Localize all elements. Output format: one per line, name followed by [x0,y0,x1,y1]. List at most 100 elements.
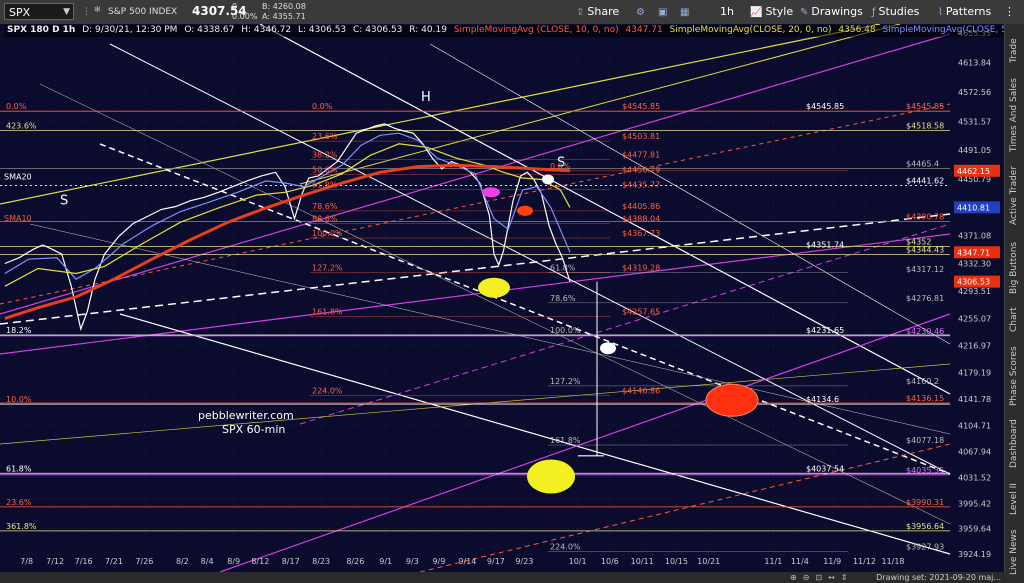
grid-button[interactable]: ▦ [680,3,692,21]
pattern-label-head: H [421,90,431,105]
x-tick-label: 11/9 [823,557,841,566]
level-price-label: $4077.18 [906,436,944,445]
chart-area[interactable]: H S S SMA20 SMA10 pebblewriter.com SPX 60-min 0… [0,24,1024,572]
x-tick-label: 10/6 [601,557,619,566]
share-label: Share [587,5,620,18]
pattern-label-shoulder: S [60,193,68,208]
bar-date: D: 9/30/21, 12:30 PM [82,25,178,35]
tab-trade[interactable]: Trade [1005,30,1024,72]
fib-price-label: $4319.28 [622,264,660,273]
tab-chart[interactable]: Chart [1005,304,1024,336]
level-price-label: $4160.2 [906,377,939,386]
fib-price-label: $4435.77 [622,181,660,190]
camera-button[interactable]: ▣ [658,3,670,21]
fib-left-label: 0.0% [6,102,27,111]
x-tick-label: 9/17 [487,557,505,566]
watermark-caption: SPX 60-min [222,423,285,436]
fib-left-label: 61.8% [6,464,32,473]
x-tick-label: 8/26 [346,557,364,566]
price-tag-label: 4462.15 [957,167,990,176]
drawings-label: Drawings [811,5,863,18]
fib-left-label: 23.6% [6,498,32,507]
level-price-label: $4465.4 [906,159,939,168]
level-price-label: $4518.58 [906,122,944,131]
interval-button[interactable]: 1h [720,3,734,21]
price-tag-label: 4410.81 [957,203,990,212]
level-price-label: $4035.35 [906,466,944,475]
bar-open: O: 4338.67 [184,25,235,35]
drawings-button[interactable]: ✎ Drawings [800,3,863,21]
marker-ellipse [517,205,533,216]
x-tick-label: 9/3 [406,557,419,566]
target-ellipse [705,383,759,417]
fib-left-label: 361.8% [6,522,37,531]
patterns-button[interactable]: ⌇ Patterns [938,3,991,21]
info-icon[interactable]: ⋮ [82,7,91,17]
symbol-input[interactable]: SPX ▼ [4,3,74,20]
marker-ellipse [482,187,500,198]
y-tick-label: 3924.19 [958,550,991,559]
fib-price-label: $4545.85 [622,102,660,111]
y-tick-label: 4216.97 [958,341,991,350]
studies-button[interactable]: ƒ Studies [872,3,919,21]
x-tick-label: 10/1 [569,557,587,566]
tab-active-trader[interactable]: Active Trader [1005,158,1024,232]
level-price-label: $4136.15 [906,394,944,403]
more-button[interactable]: ⋮ [1004,3,1015,21]
sma10-legend[interactable]: SimpleMovingAvg (CLOSE, 10, 0, no) [454,25,619,35]
settings-icon[interactable]: ✻ [94,5,101,14]
fib-price-label: $4257.65 [622,307,660,316]
fib-mid-label: 38.2% [312,151,338,160]
fib-mid-label: 161.8% [550,436,581,445]
marker-ellipse [600,342,616,355]
ask-price: A: 4355.71 [262,12,306,21]
y-tick-label: 4572.56 [958,88,991,97]
pencil-icon: ✎ [800,7,809,18]
drawing-set-label[interactable]: Drawing set: 2021-09-20 maj... [876,572,1001,583]
x-tick-label: 11/1 [764,557,782,566]
sma50-legend[interactable]: SimpleMovingAvg(CLOSE, 50, 0, no... [883,25,1024,35]
sma20-legend[interactable]: SimpleMovingAvg(CLOSE, 20, 0, no) [670,25,832,35]
x-tick-label: 7/26 [135,557,153,566]
camera-icon: ▣ [658,7,668,18]
x-tick-label: 7/12 [46,557,64,566]
more-icon: ⋮ [1004,5,1015,18]
zoom-controls[interactable]: ⊕⊖⊡↔⇕ [790,572,854,583]
level-price-label: $3990.31 [906,498,944,507]
studies-label: Studies [878,5,920,18]
tab-dashboard[interactable]: Dashboard [1005,416,1024,472]
bar-range: R: 40.19 [409,25,447,35]
fib-mid-label: 100.0% [550,326,581,335]
y-tick-label: 4613.84 [958,59,991,68]
price-chart[interactable]: HSSSMA20SMA10pebblewriter.comSPX 60-min0… [0,24,1005,572]
fib-mid-label: 61.8% [312,181,338,190]
x-tick-label: 10/21 [697,557,720,566]
x-tick-label: 8/2 [176,557,189,566]
fib-left-label: 18.2% [6,326,32,335]
level-price-label: $4441.62 [906,176,944,185]
chart-settings-button[interactable]: ⚙ [636,3,648,21]
tab-level-ii[interactable]: Level II [1005,476,1024,522]
y-tick-label: 4179.19 [958,368,991,377]
fib-mid-label: 127.2% [312,264,343,273]
tab-phase-scores[interactable]: Phase Scores [1005,340,1024,412]
price-tag-label: 4347.71 [957,248,990,257]
interval-label: 1h [720,5,734,18]
fib-mid-label: 50.0% [312,166,338,175]
fib-left-label: 10.0% [6,395,32,404]
share-button[interactable]: ⇪ Share [576,3,619,21]
studies-legend: SPX 180 D 1h D: 9/30/21, 12:30 PM O: 433… [4,25,1024,37]
bar-close: C: 4306.53 [353,25,403,35]
level-price-label: $4231.65 [806,326,844,335]
top-toolbar: SPX ▼ ⋮ ✻ S&P 500 INDEX 4307.54 0 0.00% B… [0,0,1024,25]
style-button[interactable]: 📈 Style [750,3,793,21]
x-tick-label: 8/12 [251,557,269,566]
fib-mid-label: 0.0% [312,102,333,111]
fib-price-label: $4503.81 [622,132,660,141]
fib-mid-label: 78.6% [550,294,576,303]
x-tick-label: 7/8 [20,557,33,566]
chevron-down-icon[interactable]: ▼ [63,4,70,21]
tab-big-buttons[interactable]: Big Buttons [1005,236,1024,300]
tab-times-and-sales[interactable]: Times And Sales [1005,76,1024,154]
tab-live-news[interactable]: Live News [1005,526,1024,578]
